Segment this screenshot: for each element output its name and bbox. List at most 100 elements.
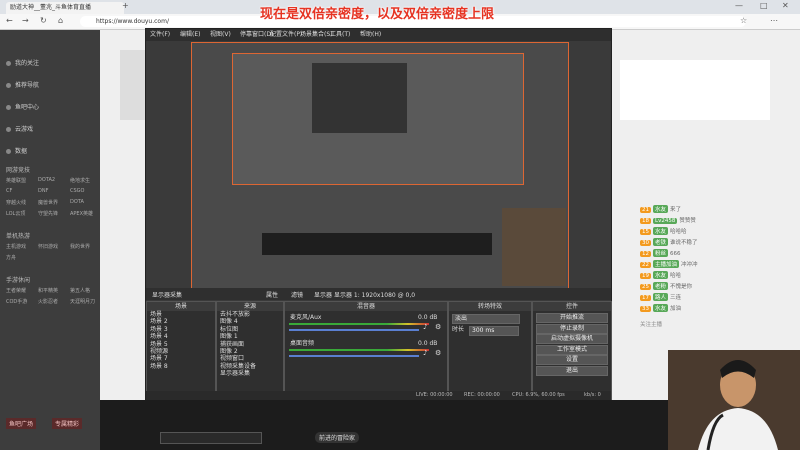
volume-slider[interactable] [289,329,419,331]
chat-input[interactable] [160,432,262,444]
obs-menu-item[interactable]: 停靠窗口(D) [240,29,273,41]
sidebar-link[interactable]: 绝地求生 [70,177,90,184]
home-icon[interactable]: ⌂ [58,14,63,28]
browser-tab[interactable]: 励道大神__董兆_斗鱼体育直播 [6,2,124,14]
scene-item[interactable]: 场景 8 [147,363,215,370]
minimize-icon[interactable]: — [735,0,743,13]
sidebar-link[interactable]: APEX英雄 [70,210,93,217]
sidebar-link[interactable]: 守望先锋 [38,210,58,217]
sidebar-link[interactable]: LOL云顶 [6,210,25,217]
sidebar-link[interactable]: 我的世界 [70,243,90,250]
chat-username[interactable]: 老粉 [653,282,669,290]
sidebar-link[interactable]: 和平精英 [38,287,58,294]
sidebar-item[interactable]: 推荐导航 [6,80,39,89]
sidebar-link[interactable]: 火影忍者 [38,298,58,305]
chat-username[interactable]: 老铁 [653,238,669,246]
toolbar-display-select[interactable]: 显示器 1: 1920x1080 @ 0,0 [334,290,415,299]
toolbar-properties[interactable]: 属性 [266,290,278,299]
toolbar-display-capture[interactable]: 显示器采集 [152,290,182,299]
gear-icon[interactable]: ⚙ [435,320,441,334]
scene-item[interactable]: 场景 2 [147,318,215,325]
sidebar-link[interactable]: 天涯明月刀 [70,298,95,305]
chat-username[interactable]: 路人 [653,293,669,301]
reload-icon[interactable]: ↻ [40,14,47,28]
obs-menu-item[interactable]: 视图(V) [210,29,231,41]
maximize-icon[interactable]: □ [760,0,768,13]
sidebar-link[interactable]: 第五人格 [70,287,90,294]
sidebar-bottom-button[interactable]: 专属精彩 [52,418,83,429]
chat-username[interactable]: Lv2458 [653,218,678,224]
obs-menu-item[interactable]: 工具(T) [330,29,350,41]
obs-menu-item[interactable]: 场景集合(S) [300,29,333,41]
back-icon[interactable]: ← [6,14,13,28]
speaker-icon[interactable]: ♪ [423,320,427,334]
sidebar-link[interactable]: 穿越火线 [6,199,26,206]
sidebar-link[interactable]: 主机游戏 [6,243,26,250]
chat-username[interactable]: 水友 [653,227,669,235]
chat-username[interactable]: 水友 [653,205,669,213]
sidebar-item[interactable]: 我的关注 [6,58,39,67]
scenes-dock: 场景 场景 场景 2 场景 3 场景 4 场景 5 视频源 场景 7 场景 8 [146,301,216,401]
obs-window: 文件(F) 编辑(E) 视图(V) 停靠窗口(D) 配置文件(P) 场景集合(S) 工具(T… [145,28,612,402]
favorites-icon[interactable]: ☆ [740,14,747,28]
sidebar-link[interactable]: CSGO [70,188,84,194]
toolbar-filters[interactable]: 滤镜 [291,290,303,299]
speaker-icon[interactable]: ♪ [423,346,427,360]
menu-icon[interactable]: ⋯ [770,14,778,28]
obs-menu-item[interactable]: 文件(F) [150,29,170,41]
chat-username[interactable]: 粉丝 [653,249,669,257]
obs-menu-item[interactable]: 帮助(H) [360,29,381,41]
webcam-inset [502,208,566,286]
source-item[interactable]: 捕获画面 [217,341,283,348]
sidebar-link[interactable]: 魔兽世界 [38,199,58,206]
obs-menu-item[interactable]: 配置文件(P) [270,29,302,41]
sidebar-link[interactable]: COD手游 [6,298,27,305]
scene-item[interactable]: 场景 5 [147,341,215,348]
sidebar-link[interactable]: 王者荣耀 [6,287,26,294]
sidebar-bottom-button[interactable]: 鱼吧广场 [6,418,37,429]
sidebar-link[interactable]: 怀旧游戏 [38,243,58,250]
source-item[interactable]: 视频窗口 [217,355,283,362]
sidebar-item[interactable]: 云游戏 [6,124,33,133]
scene-item[interactable]: 场景 7 [147,355,215,362]
control-button[interactable]: 开始推流 [536,313,608,323]
sidebar-link[interactable]: DNF [38,188,48,194]
sidebar-link[interactable]: 方舟 [6,254,16,261]
forward-icon[interactable]: → [22,14,29,28]
chat-username[interactable]: 主播加油 [653,260,680,268]
sidebar-item[interactable]: 鱼吧中心 [6,102,39,111]
transition-dock-header: 转场特效 [449,302,531,311]
chat-username[interactable]: 水友 [653,304,669,312]
chat-text: 哈哈哈 [670,229,687,235]
toolbar-display-label[interactable]: 显示器 [314,290,332,299]
duration-input[interactable]: 300 ms [469,326,519,336]
source-item[interactable]: 图像 1 [217,333,283,340]
sidebar-item-label: 推荐导航 [15,82,40,89]
new-tab-button[interactable]: + [122,0,129,13]
gear-icon[interactable]: ⚙ [435,346,441,360]
sidebar-item[interactable]: 数据 [6,146,27,155]
close-icon[interactable]: ✕ [782,0,789,13]
source-item[interactable]: 显示器采集 [217,370,283,377]
obs-menu-item[interactable]: 编辑(E) [180,29,200,41]
control-button[interactable]: 停止录制 [536,323,608,334]
duration-label: 时长 [452,326,465,333]
obs-preview[interactable] [191,42,569,289]
volume-slider[interactable] [289,355,419,357]
control-button[interactable]: 退出 [536,365,608,376]
chat-username[interactable]: 水友 [653,271,669,279]
status-kbs: kb/s: 0 [584,392,601,398]
sidebar-link[interactable]: DOTA2 [38,177,55,183]
scene-item[interactable]: 场景 4 [147,333,215,340]
control-button[interactable]: 工作室模式 [536,344,608,355]
transition-select[interactable]: 淡出 [452,314,520,324]
control-button[interactable]: 设置 [536,355,608,365]
chat-message: 17 路人 三连 [640,293,681,301]
control-button[interactable]: 启动虚拟摄像机 [536,334,608,344]
obs-titlebar: 文件(F) 编辑(E) 视图(V) 停靠窗口(D) 配置文件(P) 场景集合(S) 工具(T… [146,29,611,41]
sidebar-link[interactable]: 英雄联盟 [6,177,26,184]
sidebar-link[interactable]: DOTA [70,199,84,205]
sidebar-item-icon [6,149,11,154]
source-item[interactable]: 图像 4 [217,318,283,325]
sidebar-link[interactable]: CF [6,188,12,194]
